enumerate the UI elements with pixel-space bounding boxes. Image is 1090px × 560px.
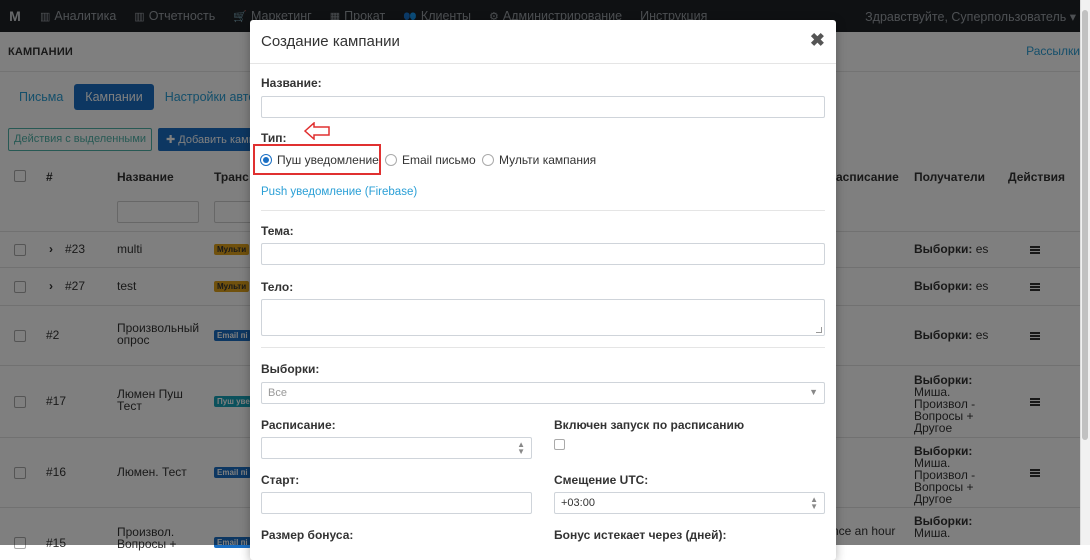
start-input[interactable] (261, 492, 532, 514)
radio-email[interactable] (385, 154, 397, 166)
create-campaign-modal: Создание кампании ✖ Название: Тип: Пуш у… (250, 20, 836, 560)
schedule-select[interactable]: ▲ ▼ (261, 437, 532, 459)
push-firebase-link[interactable]: Push уведомление (Firebase) (261, 186, 417, 198)
name-input[interactable] (261, 96, 825, 118)
modal-header: Создание кампании ✖ (250, 20, 836, 64)
start-label: Старт: (261, 473, 300, 487)
radio-push[interactable] (260, 154, 272, 166)
bonus-expire-label: Бонус истекает через (дней): (554, 528, 727, 542)
body-label: Тело: (261, 280, 294, 294)
schedule-label: Расписание: (261, 418, 336, 432)
schedule-enabled-label: Включен запуск по расписанию (554, 418, 745, 432)
name-label: Название: (261, 76, 322, 90)
modal-title: Создание кампании (261, 33, 400, 50)
selections-placeholder: Все (268, 387, 287, 399)
page-scrollbar[interactable] (1080, 0, 1090, 545)
annotation-arrow-icon (304, 122, 330, 140)
close-icon[interactable]: ✖ (810, 30, 825, 51)
radio-email-label[interactable]: Email письмо (402, 153, 476, 167)
selections-label: Выборки: (261, 362, 320, 376)
scrollbar-thumb[interactable] (1082, 10, 1088, 440)
subject-input[interactable] (261, 243, 825, 265)
selections-select[interactable]: Все ▼ (261, 382, 825, 404)
divider (261, 347, 825, 348)
utc-offset-label: Смещение UTC: (554, 473, 649, 487)
body-textarea[interactable] (261, 299, 825, 336)
type-label: Тип: (261, 131, 287, 145)
schedule-enabled-checkbox[interactable] (554, 439, 565, 450)
utc-offset-select[interactable]: +03:00 ▲ ▼ (554, 492, 825, 514)
bonus-size-label: Размер бонуса: (261, 528, 354, 542)
utc-offset-value: +03:00 (561, 497, 595, 509)
radio-multi[interactable] (482, 154, 494, 166)
divider (261, 210, 825, 211)
radio-multi-label[interactable]: Мульти кампания (499, 153, 596, 167)
chevron-down-icon: ▼ (809, 387, 818, 397)
resize-handle-icon[interactable] (816, 327, 822, 333)
subject-label: Тема: (261, 224, 294, 238)
updown-caret-icon: ▲ ▼ (517, 440, 525, 456)
updown-caret-icon: ▲ ▼ (810, 495, 818, 511)
radio-push-label[interactable]: Пуш уведомление (277, 153, 379, 167)
